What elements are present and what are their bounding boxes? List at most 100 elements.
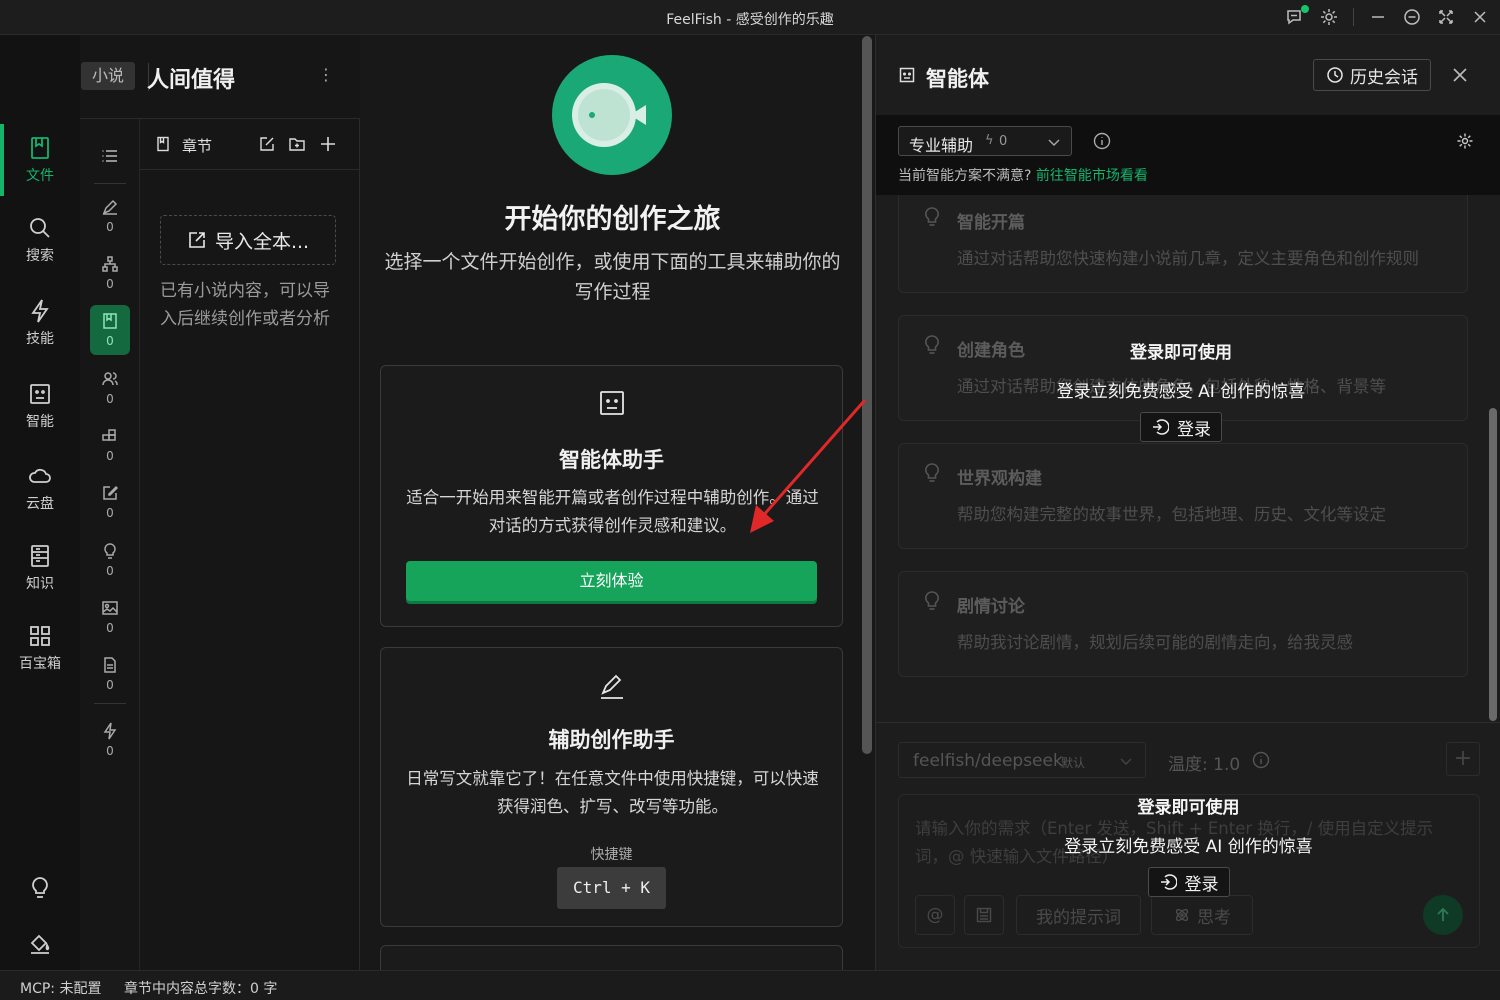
mini-item-characters[interactable]: 0 (90, 363, 130, 413)
mini-divider (94, 183, 126, 184)
mini-item-world[interactable]: 0 (90, 420, 130, 470)
try-now-button[interactable]: 立刻体验 (406, 561, 817, 601)
rail-item-skills[interactable]: 技能 (0, 283, 80, 363)
send-button[interactable] (1423, 895, 1463, 935)
panel-divider (876, 722, 1500, 723)
blocks-icon (101, 427, 119, 445)
mention-button[interactable]: @ (915, 895, 955, 935)
new-folder-icon[interactable] (288, 135, 306, 153)
save-icon (975, 906, 993, 924)
agent-title: 智能体 (926, 67, 989, 91)
agent-panel: 智能体 历史会话 专业辅助 ϟ 0 当前智能方案不满意? 前往智能市场看看 智能… (875, 35, 1500, 970)
login-label: 登录 (1184, 874, 1219, 895)
model-default-badge: 默认 (1061, 756, 1086, 770)
mini-count: 0 (106, 334, 114, 348)
rail-item-cloud[interactable]: 云盘 (0, 448, 80, 528)
close-icon[interactable] (1470, 7, 1490, 27)
gear-icon[interactable] (1456, 132, 1474, 150)
book-icon (27, 543, 53, 569)
title-bar: FeelFish - 感受创作的乐趣 (0, 0, 1500, 35)
search-icon (27, 215, 53, 241)
history-button[interactable]: 历史会话 (1313, 59, 1431, 91)
mini-item-notes[interactable]: 0 (90, 477, 130, 527)
import-full-text-button[interactable]: 导入全本... (160, 215, 336, 265)
rail-item-agent[interactable]: 智能 (0, 366, 80, 446)
rail-item-search[interactable]: 搜索 (0, 200, 80, 280)
feedback-icon[interactable] (1285, 5, 1309, 27)
mini-divider (94, 703, 126, 704)
market-link[interactable]: 前往智能市场看看 (1036, 168, 1148, 184)
think-label: 思考 (1197, 907, 1231, 928)
mini-count: 0 (106, 220, 114, 234)
mini-item-structure[interactable]: 0 (90, 248, 130, 298)
mini-count: 0 (106, 678, 114, 692)
maximize-icon[interactable] (1436, 7, 1456, 27)
my-prompts-button[interactable]: 我的提示词 (1016, 895, 1141, 935)
unsatisfied-row: 当前智能方案不满意? 前往智能市场看看 (898, 165, 1148, 185)
project-title[interactable]: 人间值得 (147, 62, 235, 94)
mini-count: 0 (106, 506, 114, 520)
app-logo (552, 55, 672, 175)
rail-item-toolbox[interactable]: 百宝箱 (0, 608, 80, 688)
suggestion-card[interactable]: 智能开篇 通过对话帮助您快速构建小说前几章，定义主要角色和创作规则 (898, 195, 1468, 293)
mode-count: 0 (999, 134, 1008, 149)
mini-item-images[interactable]: 0 (90, 592, 130, 642)
unsatisfied-text: 当前智能方案不满意? (898, 168, 1032, 184)
save-button[interactable] (964, 895, 1004, 935)
mini-item-ideas[interactable]: 0 (90, 535, 130, 585)
login-button[interactable]: 登录 (1147, 867, 1230, 897)
login-label: 登录 (1177, 419, 1211, 440)
suggestion-title: 剧情讨论 (957, 597, 1025, 617)
mini-item-outline[interactable]: 0 (90, 191, 130, 241)
robot-icon (27, 381, 53, 407)
info-icon[interactable] (1252, 751, 1270, 769)
paint-bucket-icon[interactable] (27, 930, 53, 956)
title-separator (1353, 8, 1354, 26)
status-bar: MCP: 未配置 章节中内容总字数：0 字 (0, 970, 1500, 1000)
lightbulb-icon[interactable] (27, 875, 53, 901)
mode-select[interactable]: 专业辅助 ϟ 0 (898, 126, 1072, 156)
project-type-tag: 小说 (81, 62, 135, 90)
info-icon[interactable] (1093, 132, 1111, 150)
history-icon (1326, 66, 1344, 84)
suggestion-card[interactable]: 世界观构建 帮助您构建完整的故事世界，包括地理、历史、文化等设定 (898, 443, 1468, 549)
mini-item-chapters[interactable]: 0 (90, 305, 130, 355)
more-icon[interactable]: ⋮ (318, 65, 334, 89)
rail-label: 百宝箱 (19, 656, 61, 672)
mini-count: 0 (106, 564, 114, 578)
temperature-label[interactable]: 温度: 1.0 (1168, 750, 1240, 775)
chapter-header-label: 章节 (182, 137, 213, 155)
import-icon (187, 230, 207, 250)
list-icon[interactable] (100, 146, 120, 166)
new-file-icon[interactable] (258, 135, 276, 153)
pen-icon (101, 198, 119, 216)
add-icon[interactable] (318, 134, 338, 154)
mini-item-docs[interactable]: 0 (90, 649, 130, 699)
mini-count: 0 (106, 392, 114, 406)
rail-item-knowledge[interactable]: 知识 (0, 528, 80, 608)
agent-header: 智能体 历史会话 (876, 35, 1500, 115)
book-icon (155, 136, 171, 152)
annotation-arrow (750, 399, 867, 533)
settings-icon[interactable] (1319, 7, 1339, 27)
mini-count: 0 (106, 744, 114, 758)
rail-item-files[interactable]: 文件 (0, 120, 80, 200)
agent-scrollbar[interactable] (1489, 408, 1497, 721)
image-icon (101, 599, 119, 617)
login-button[interactable]: 登录 (1140, 412, 1222, 442)
lightbulb-icon (101, 542, 119, 560)
mini-item-skills[interactable]: 0 (90, 715, 130, 765)
file-icon (101, 312, 119, 330)
shortcut-key: Ctrl + K (557, 867, 666, 909)
mcp-status[interactable]: MCP: 未配置 (20, 978, 101, 998)
close-panel-icon[interactable] (1450, 65, 1470, 85)
model-select[interactable]: feelfish/deepseek 默认 (898, 742, 1146, 778)
model-row: feelfish/deepseek 默认 温度: 1.0 + (898, 742, 1480, 778)
think-button[interactable]: 思考 (1151, 895, 1253, 935)
suggestion-card[interactable]: 剧情讨论 帮助我讨论剧情，规划后续可能的剧情走向，给我灵感 (898, 571, 1468, 677)
window-title: FeelFish - 感受创作的乐趣 (666, 12, 834, 28)
chapter-panel: 章节 导入全本... 已有小说内容，可以导入后继续创作或者分析 (140, 119, 360, 970)
add-icon[interactable]: + (1446, 742, 1480, 776)
restore-icon[interactable] (1402, 7, 1422, 27)
minimize-icon[interactable] (1368, 7, 1388, 27)
